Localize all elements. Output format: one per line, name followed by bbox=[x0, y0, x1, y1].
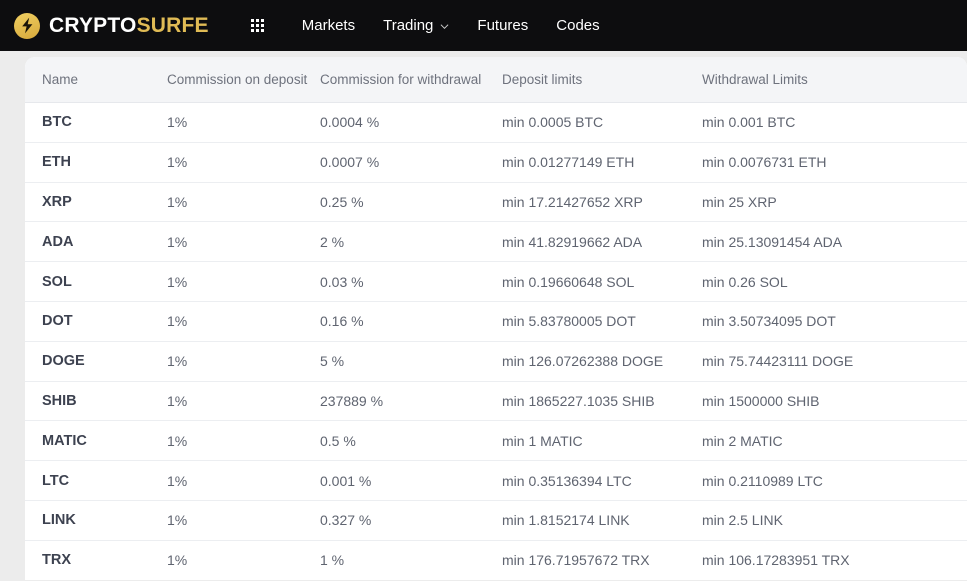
cell-withdrawal-limit: min 106.17283951 TRX bbox=[702, 552, 850, 569]
cell-deposit-commission: 1% bbox=[167, 512, 188, 529]
cell-deposit-limit: min 126.07262388 DOGE bbox=[502, 353, 664, 370]
cell-withdrawal-commission: 0.327 % bbox=[320, 512, 372, 529]
table-row[interactable]: MATIC 1% 0.5 % min 1 MATIC min 2 MATIC bbox=[25, 420, 967, 461]
cell-withdrawal-limit: min 25 XRP bbox=[702, 193, 777, 210]
top-navbar: CRYPTOSURFE Markets Trading Futures Code… bbox=[0, 0, 967, 51]
cell-withdrawal-limit: min 3.50734095 DOT bbox=[702, 313, 836, 330]
table-row[interactable]: ETH 1% 0.0007 % min 0.01277149 ETH min 0.007… bbox=[25, 141, 967, 182]
cell-deposit-limit: min 176.71957672 TRX bbox=[502, 552, 650, 569]
nav-item-futures[interactable]: Futures bbox=[463, 11, 542, 40]
cell-name: BTC bbox=[42, 114, 72, 131]
cell-deposit-limit: min 0.0005 BTC bbox=[502, 114, 604, 131]
nav-item-markets[interactable]: Markets bbox=[288, 11, 369, 40]
cell-deposit-commission: 1% bbox=[167, 114, 188, 131]
cell-withdrawal-limit: min 2.5 LINK bbox=[702, 512, 783, 529]
table-row[interactable]: TRX 1% 1 % min 176.71957672 TRX min 106.1728… bbox=[25, 539, 967, 580]
cell-name: SHIB bbox=[42, 392, 77, 409]
fees-limits-table: Name Commission on deposit Commission fo… bbox=[25, 57, 967, 580]
cell-deposit-commission: 1% bbox=[167, 154, 188, 171]
cell-name: ADA bbox=[42, 233, 74, 250]
cell-deposit-commission: 1% bbox=[167, 273, 188, 290]
column-header-deposit-limits: Deposit limits bbox=[502, 72, 583, 87]
column-header-commission-on-deposit: Commission on deposit bbox=[167, 72, 308, 87]
cell-withdrawal-commission: 0.03 % bbox=[320, 273, 364, 290]
nav-item-codes-label: Codes bbox=[556, 17, 600, 34]
cell-withdrawal-limit: min 0.0076731 ETH bbox=[702, 154, 827, 171]
brand-text-accent: SURFE bbox=[136, 14, 209, 37]
cell-deposit-commission: 1% bbox=[167, 552, 188, 569]
cell-withdrawal-commission: 5 % bbox=[320, 353, 345, 370]
cell-withdrawal-commission: 0.0004 % bbox=[320, 114, 380, 131]
nav-item-codes[interactable]: Codes bbox=[542, 11, 613, 40]
cell-deposit-limit: min 0.01277149 ETH bbox=[502, 154, 635, 171]
cell-deposit-limit: min 1 MATIC bbox=[502, 432, 583, 449]
lightning-bolt-icon bbox=[14, 12, 40, 39]
cell-withdrawal-commission: 0.5 % bbox=[320, 432, 356, 449]
cell-withdrawal-limit: min 1500000 SHIB bbox=[702, 392, 820, 409]
cell-name: DOT bbox=[42, 313, 73, 330]
cell-deposit-limit: min 41.82919662 ADA bbox=[502, 233, 643, 250]
cell-deposit-commission: 1% bbox=[167, 472, 188, 489]
table-row[interactable]: DOGE 1% 5 % min 126.07262388 DOGE min 75.744… bbox=[25, 340, 967, 381]
column-header-commission-for-withdrawal: Commission for withdrawal bbox=[320, 72, 482, 87]
table-row[interactable]: SHIB 1% 237889 % min 1865227.1035 SHIB min 1… bbox=[25, 380, 967, 421]
cell-deposit-commission: 1% bbox=[167, 392, 188, 409]
cell-deposit-commission: 1% bbox=[167, 313, 188, 330]
table-row[interactable]: SOL 1% 0.03 % min 0.19660648 SOL min 0.26 SO… bbox=[25, 261, 967, 301]
column-header-withdrawal-limits: Withdrawal Limits bbox=[702, 72, 808, 87]
cell-withdrawal-commission: 237889 % bbox=[320, 392, 384, 409]
cell-withdrawal-limit: min 2 MATIC bbox=[702, 432, 783, 449]
brand-text: CRYPTOSURFE bbox=[49, 15, 209, 36]
nav-item-futures-label: Futures bbox=[477, 17, 529, 34]
cell-withdrawal-limit: min 0.001 BTC bbox=[702, 114, 796, 131]
cell-deposit-limit: min 5.83780005 DOT bbox=[502, 313, 636, 330]
table-row[interactable]: LINK 1% 0.327 % min 1.8152174 LINK min 2.5 L… bbox=[25, 499, 967, 540]
cell-withdrawal-limit: min 25.13091454 ADA bbox=[702, 233, 843, 250]
page-body: Name Commission on deposit Commission fo… bbox=[0, 51, 967, 581]
table-row[interactable]: ADA 1% 2 % min 41.82919662 ADA min 25.130914… bbox=[25, 221, 967, 262]
cell-name: LINK bbox=[42, 512, 76, 529]
cell-deposit-limit: min 1865227.1035 SHIB bbox=[502, 392, 655, 409]
cell-deposit-commission: 1% bbox=[167, 233, 188, 250]
brand-text-primary: CRYPTO bbox=[49, 14, 137, 37]
cell-name: SOL bbox=[42, 273, 72, 290]
cell-deposit-commission: 1% bbox=[167, 353, 188, 370]
table-row[interactable]: XRP 1% 0.25 % min 17.21427652 XRP min 25 XRP bbox=[25, 181, 967, 222]
nav-item-markets-label: Markets bbox=[301, 17, 356, 34]
brand-logo[interactable]: CRYPTOSURFE bbox=[14, 12, 209, 39]
cell-name: LTC bbox=[42, 472, 70, 489]
cell-deposit-limit: min 0.35136394 LTC bbox=[502, 472, 632, 489]
cell-withdrawal-commission: 0.0007 % bbox=[320, 154, 380, 171]
column-header-name: Name bbox=[42, 72, 79, 87]
cell-withdrawal-commission: 2 % bbox=[320, 233, 345, 250]
cell-withdrawal-commission: 0.16 % bbox=[320, 313, 364, 330]
cell-deposit-limit: min 0.19660648 SOL bbox=[502, 273, 635, 290]
cell-withdrawal-limit: min 75.74423111 DOGE bbox=[702, 353, 854, 370]
cell-name: MATIC bbox=[42, 432, 87, 449]
cell-deposit-commission: 1% bbox=[167, 193, 188, 210]
cell-withdrawal-commission: 0.001 % bbox=[320, 472, 372, 489]
cell-withdrawal-commission: 0.25 % bbox=[320, 193, 364, 210]
cell-withdrawal-limit: min 0.26 SOL bbox=[702, 273, 788, 290]
cell-name: ETH bbox=[42, 154, 71, 171]
table-body: BTC 1% 0.0004 % min 0.0005 BTC min 0.001 BTC… bbox=[25, 102, 967, 580]
cell-name: TRX bbox=[42, 552, 71, 569]
cell-deposit-limit: min 1.8152174 LINK bbox=[502, 512, 630, 529]
cell-withdrawal-limit: min 0.2110989 LTC bbox=[702, 472, 823, 489]
cell-deposit-limit: min 17.21427652 XRP bbox=[502, 193, 643, 210]
table-header-row: Name Commission on deposit Commission fo… bbox=[25, 57, 967, 102]
nav-item-trading[interactable]: Trading bbox=[369, 11, 463, 40]
grid-apps-icon[interactable] bbox=[250, 19, 264, 32]
cell-deposit-commission: 1% bbox=[167, 432, 188, 449]
cell-withdrawal-commission: 1 % bbox=[320, 552, 345, 569]
table-row[interactable]: LTC 1% 0.001 % min 0.35136394 LTC min 0.2110… bbox=[25, 460, 967, 500]
cell-name: DOGE bbox=[42, 353, 85, 370]
table-row[interactable]: DOT 1% 0.16 % min 5.83780005 DOT min 3.50734… bbox=[25, 300, 967, 341]
table-row[interactable]: BTC 1% 0.0004 % min 0.0005 BTC min 0.001 BTC bbox=[25, 102, 967, 142]
chevron-down-icon bbox=[440, 22, 449, 31]
cell-name: XRP bbox=[42, 193, 72, 210]
nav-item-trading-label: Trading bbox=[383, 17, 434, 34]
nav-links: Markets Trading Futures Codes bbox=[243, 11, 614, 40]
